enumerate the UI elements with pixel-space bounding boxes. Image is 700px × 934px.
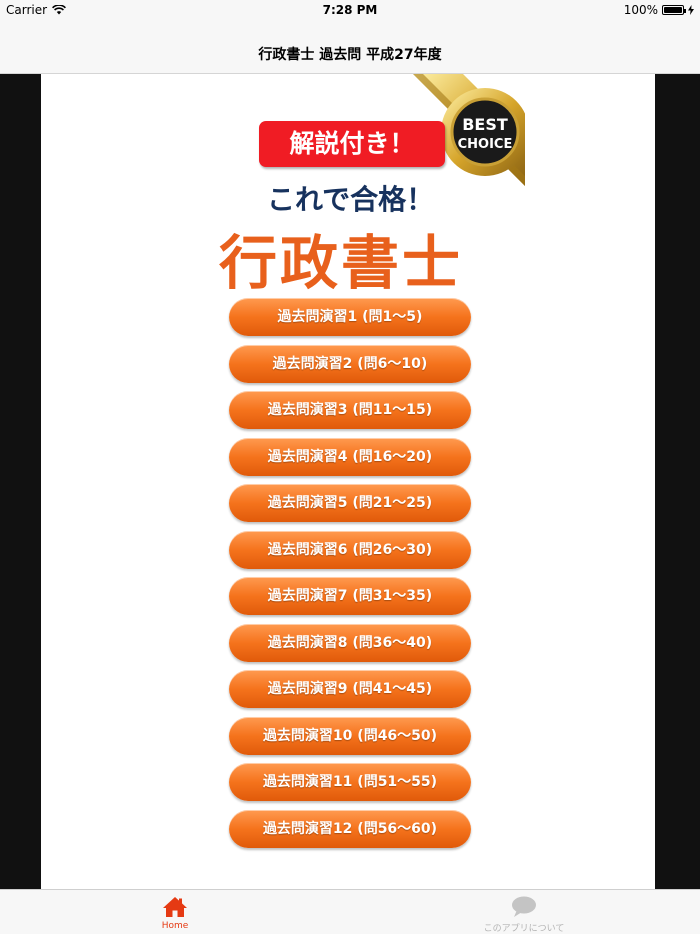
practice-button-1[interactable]: 過去問演習1 (問1〜5) [229,298,471,336]
battery-fill [664,7,682,13]
tab-about[interactable]: このアプリについて [474,895,574,934]
practice-button-11[interactable]: 過去問演習11 (問51〜55) [229,763,471,801]
speech-bubble-icon [512,896,536,917]
practice-button-9[interactable]: 過去問演習9 (問41〜45) [229,670,471,708]
practice-button-10[interactable]: 過去問演習10 (問46〜50) [229,716,471,755]
battery-percentage: 100% [623,3,658,17]
status-bar: Carrier 7:28 PM 100% [0,0,700,20]
practice-button-3[interactable]: 過去問演習3 (問11〜15) [229,391,471,429]
clock: 7:28 PM [322,3,378,17]
tab-bar: Home このアプリについて [0,889,700,934]
battery-icon [662,5,686,15]
header-banner: BEST CHOICE 解説付き！ これで合格！ 行政書士 [215,74,525,297]
main-panel: BEST CHOICE 解説付き！ これで合格！ 行政書士 過去問演習1 (問1… [41,74,655,889]
content-area: BEST CHOICE 解説付き！ これで合格！ 行政書士 過去問演習1 (問1… [0,74,700,889]
practice-button-4[interactable]: 過去問演習4 (問16〜20) [229,437,471,476]
practice-button-8[interactable]: 過去問演習8 (問36〜40) [229,623,471,662]
tab-home-label: Home [161,921,189,931]
practice-button-6[interactable]: 過去問演習6 (問26〜30) [229,530,471,569]
navigation-bar: 行政書士 過去問 平成27年度 [0,20,700,74]
badge-line1: BEST [462,115,508,134]
tab-about-label: このアプリについて [483,924,565,934]
practice-button-5[interactable]: 過去問演習5 (問21〜25) [229,484,471,522]
home-icon [163,897,187,917]
page-title: 行政書士 過去問 平成27年度 [258,47,442,63]
explanation-label: 解説付き！ [259,121,445,167]
badge-line2: CHOICE [458,137,513,152]
status-right: 100% [624,3,694,17]
practice-button-2[interactable]: 過去問演習2 (問6〜10) [229,344,471,383]
practice-button-12[interactable]: 過去問演習12 (問56〜60) [229,809,471,848]
tab-home[interactable]: Home [125,895,225,931]
charging-icon [688,5,694,15]
practice-button-7[interactable]: 過去問演習7 (問31〜35) [229,577,471,615]
main-slogan: 行政書士 [219,229,464,297]
sub-slogan: これで合格！ [267,183,435,216]
